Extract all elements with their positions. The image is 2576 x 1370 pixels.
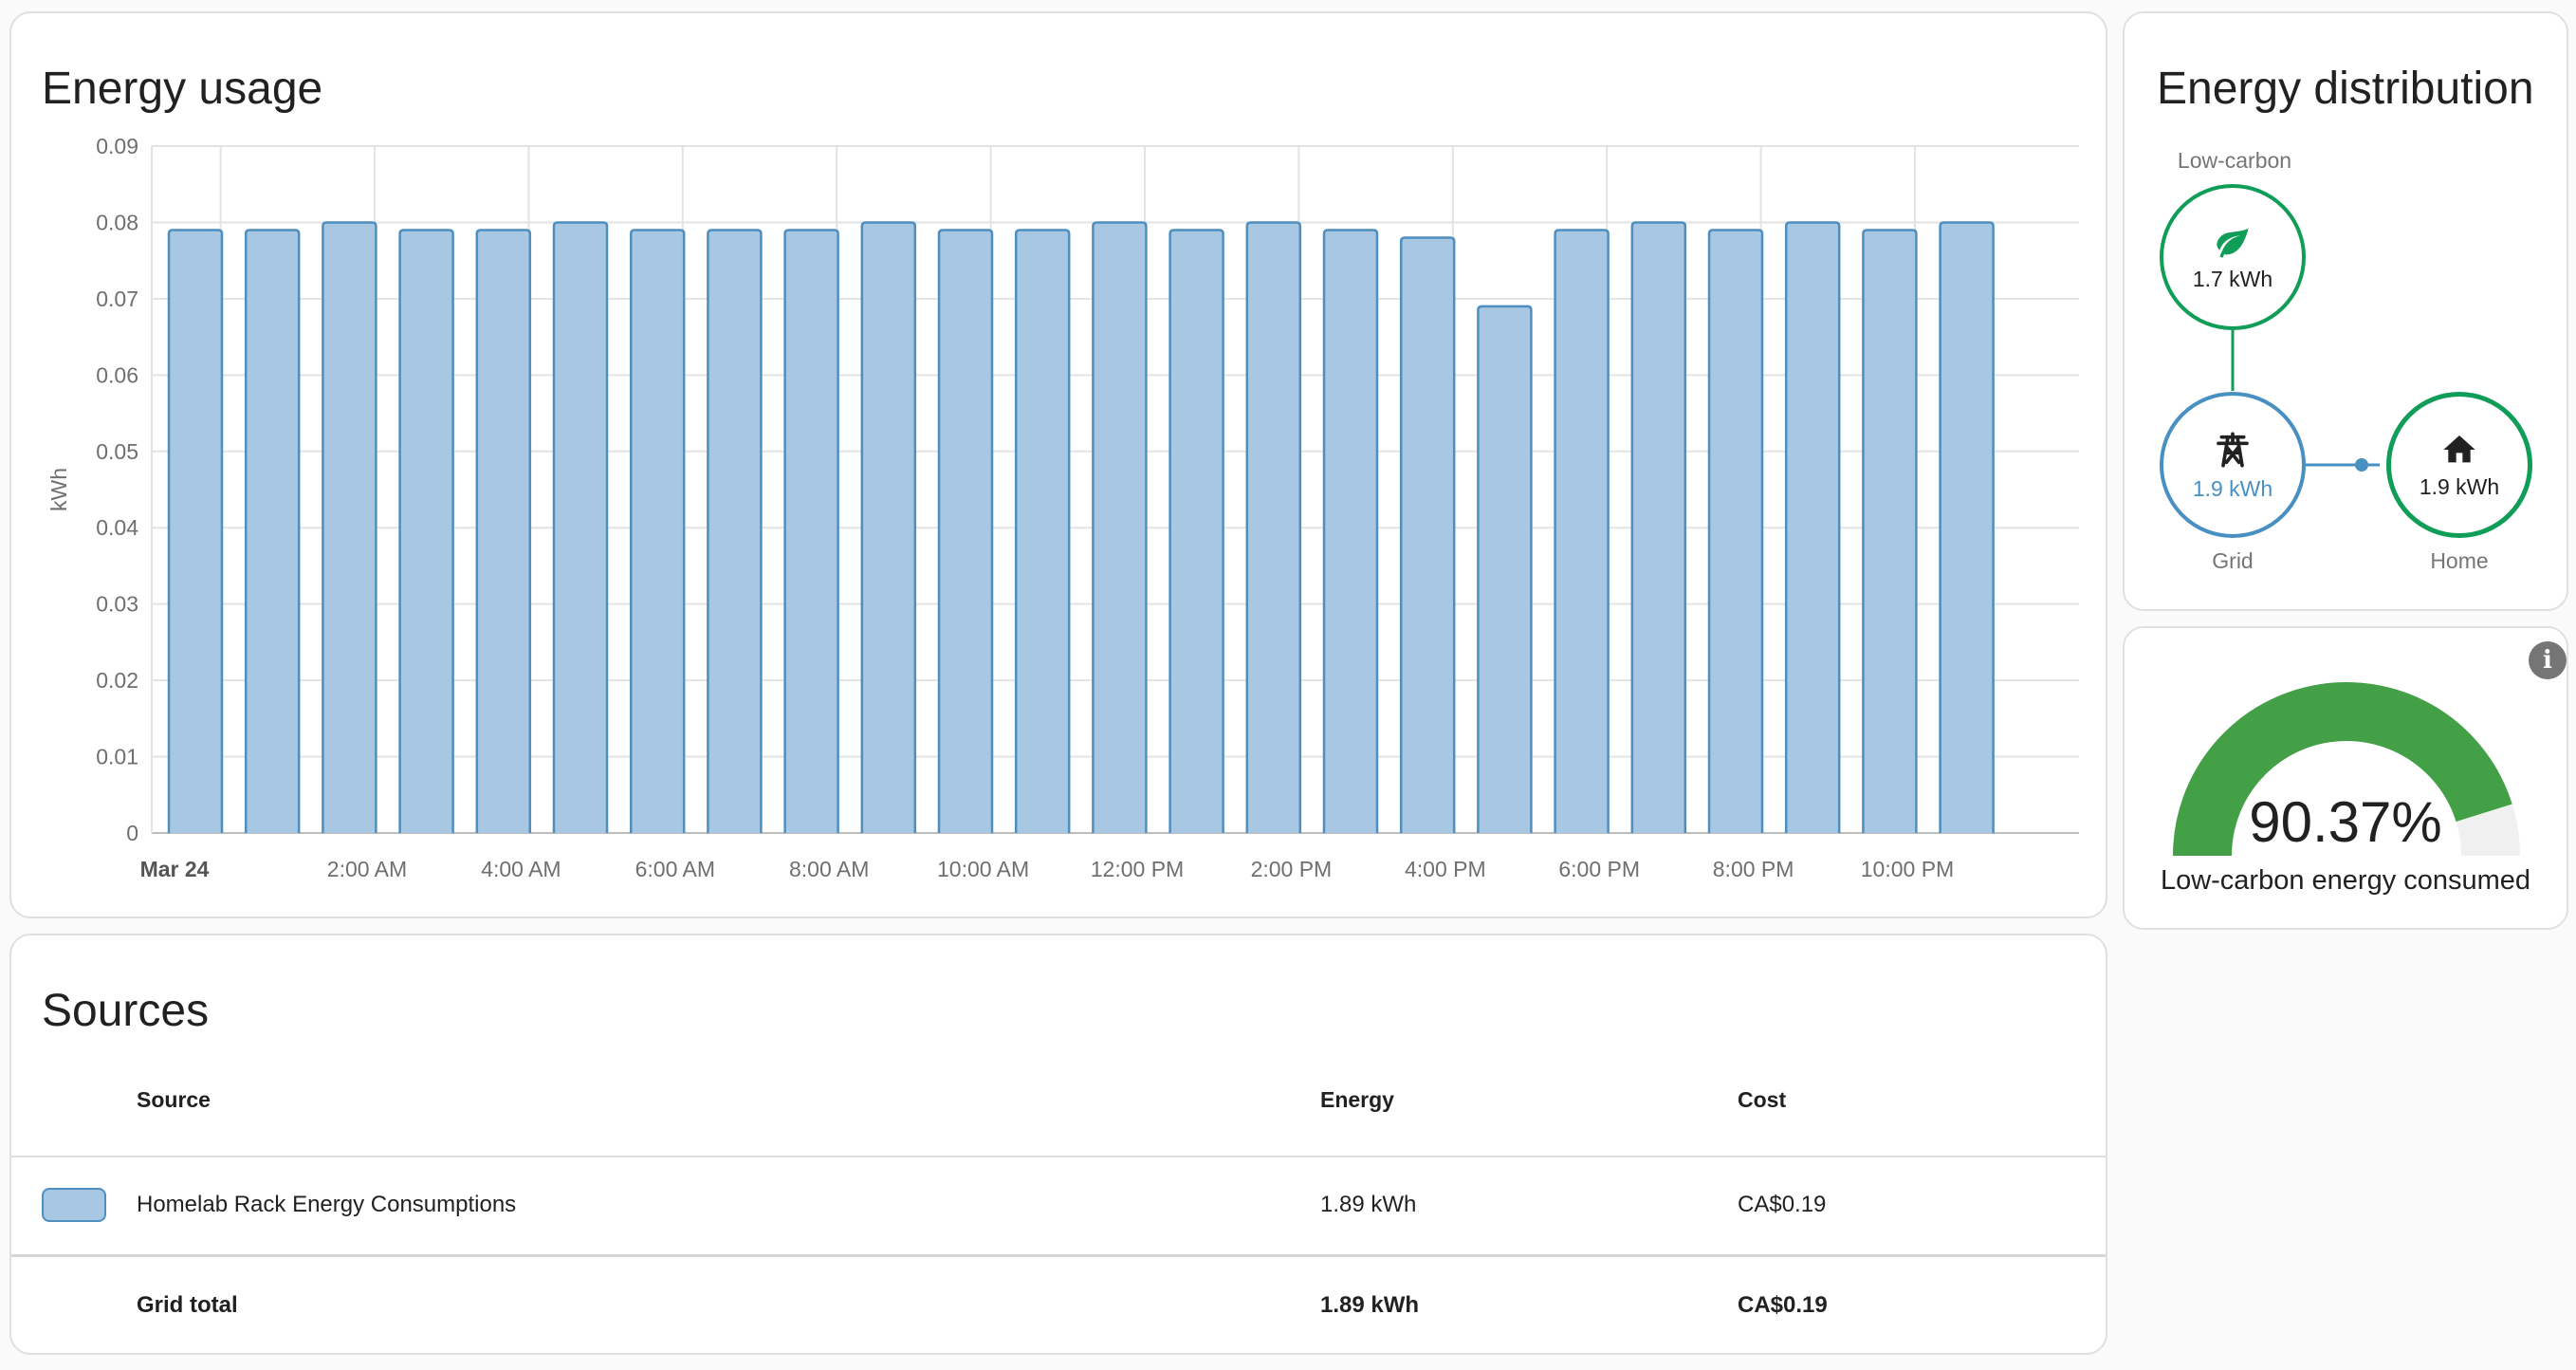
bar [1245,221,1302,833]
home-value: 1.9 kWh [2419,473,2500,499]
sources-title: Sources [42,986,210,1036]
grid-node[interactable]: 1.9 kWh [2160,392,2306,538]
y-tick-label: 0.05 [96,439,138,464]
energy-usage-chart[interactable]: 0 0.01 0.02 0.03 0.04 0.05 0.06 0.07 0.08 0.09 Mar… [11,13,2107,918]
grid-value: 1.9 kWh [2192,475,2273,501]
x-tick-label: Mar 24 [140,857,210,881]
energy-usage-card: Energy usage 0 0.01 0.02 0.03 0.04 0.05 0.06 0.… [9,11,2107,918]
transmission-tower-icon [2217,432,2249,467]
y-tick-label: 0.02 [96,668,138,693]
y-axis-title: kWh [46,468,71,511]
column-header-energy[interactable]: Energy [1320,1087,1394,1113]
total-energy: 1.89 kWh [1320,1292,1420,1318]
info-icon[interactable]: i [2529,641,2567,679]
y-tick-label: 0.07 [96,287,138,311]
grid-label: Grid [2212,548,2254,573]
home-label: Home [2430,548,2489,573]
source-color-swatch [42,1188,106,1222]
source-energy: 1.89 kWh [1320,1192,1417,1217]
x-tick-label: 4:00 PM [1405,857,1486,881]
bar [1014,229,1071,833]
x-tick-label: 6:00 PM [1558,857,1640,881]
bar [1554,229,1610,833]
bar [1322,229,1379,833]
bar [1939,221,1995,833]
energy-distribution-card: Energy distribution Low-carbon 1.7 kWh 1… [2123,11,2568,611]
bar [167,229,224,833]
low-carbon-value: 1.7 kWh [2192,266,2273,291]
bar [398,229,454,833]
y-tick-label: 0.03 [96,592,138,617]
leaf-icon [2217,227,2249,258]
x-tick-label: 10:00 PM [1861,857,1954,881]
x-tick-label: 6:00 AM [635,857,715,881]
source-name: Homelab Rack Energy Consumptions [137,1192,517,1217]
header-divider [11,1156,2106,1157]
y-tick-label: 0.06 [96,362,138,387]
bar [1707,229,1764,833]
total-divider [11,1254,2106,1257]
sources-card: Sources Source Energy Cost Homelab Rack … [9,934,2107,1355]
column-header-cost[interactable]: Cost [1738,1087,1786,1113]
bar [707,229,763,833]
x-tick-label: 4:00 AM [481,857,561,881]
source-cost: CA$0.19 [1738,1192,1827,1217]
x-tick-label: 2:00 AM [327,857,407,881]
column-header-source[interactable]: Source [137,1087,211,1113]
bar [1477,305,1533,833]
bar [629,229,686,833]
x-tick-label: 2:00 PM [1251,857,1333,881]
bar [322,221,377,833]
x-tick-label: 8:00 PM [1713,857,1794,881]
gauge-label: Low-carbon energy consumed [2160,865,2531,896]
bar [244,229,301,833]
home-icon [2443,435,2475,462]
y-tick-label: 0.04 [96,515,138,540]
total-name: Grid total [137,1292,238,1318]
bar [860,221,917,833]
bar [1092,221,1148,833]
y-tick-label: 0.01 [96,745,138,769]
gauge-value: 90.37% [2249,790,2442,854]
bar [1168,229,1224,833]
low-carbon-node[interactable]: 1.7 kWh [2160,184,2306,330]
x-tick-label: 10:00 AM [937,857,1029,881]
y-tick-label: 0.08 [96,210,138,234]
total-cost: CA$0.19 [1738,1292,1828,1318]
bar [552,221,609,833]
bar [1784,221,1841,833]
bar [1630,221,1687,833]
bar [475,229,532,833]
bar [937,229,994,833]
flow-dot [2355,458,2368,472]
y-tick-label: 0 [126,821,138,845]
x-tick-label: 12:00 PM [1091,857,1184,881]
bar [1862,229,1918,833]
bar [1399,236,1456,833]
bar [783,229,839,833]
x-tick-label: 8:00 AM [789,857,869,881]
low-carbon-gauge-card: i 90.37% Low-carbon energy consumed [2123,626,2568,930]
home-node[interactable]: 1.9 kWh [2386,392,2532,538]
y-tick-label: 0.09 [96,134,138,158]
